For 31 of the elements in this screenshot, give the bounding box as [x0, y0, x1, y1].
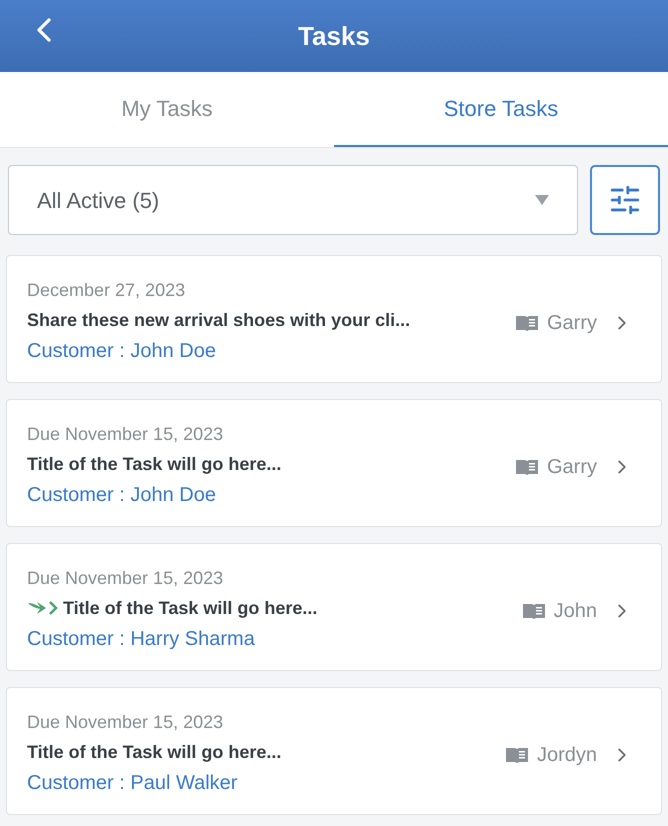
task-date: Due November 15, 2023: [27, 423, 224, 446]
dropdown-caret-icon: [535, 195, 549, 205]
filter-button[interactable]: [590, 165, 660, 235]
task-title: Title of the Task will go here...: [27, 453, 282, 476]
customer-name: Customer : John Doe: [27, 339, 217, 364]
forward-icon: [27, 599, 59, 617]
task-title: Title of the Task will go here...: [63, 597, 318, 620]
tab[interactable]: Store Tasks: [334, 72, 668, 147]
task-date: Due November 15, 2023: [27, 567, 224, 590]
page-title: Tasks: [298, 20, 370, 52]
assignee-name: Garry: [547, 455, 597, 480]
assignee-name: John: [554, 599, 597, 624]
book-icon: [515, 314, 539, 332]
task-title: Title of the Task will go here...: [27, 741, 282, 764]
customer-name: Customer : John Doe: [27, 483, 217, 508]
task-card[interactable]: Due November 15, 2023 Title of the Task will go here... Customer : John Doe Garry: [6, 399, 662, 527]
task-card[interactable]: December 27, 2023 Share these new arrival shoes with your cli... Customer : John Doe Garry: [6, 255, 662, 383]
status-dropdown[interactable]: All Active (5): [8, 165, 578, 235]
task-card[interactable]: Due November 15, 2023 Title of the Task will go here... Customer : Harry Sharma John: [6, 543, 662, 671]
assignee-name: Jordyn: [536, 743, 597, 768]
customer-name: Customer : Paul Walker: [27, 771, 238, 796]
assignee-name: Garry: [547, 311, 597, 336]
task-title: Share these new arrival shoes with your cli...: [27, 309, 410, 332]
book-icon: [504, 746, 529, 764]
filter-icon: [608, 183, 642, 217]
book-icon: [522, 602, 546, 620]
book-icon: [515, 458, 539, 476]
task-card[interactable]: Due November 15, 2023 Title of the Task will go here... Customer : Paul Walker Jordyn: [6, 687, 662, 815]
task-date: Due November 15, 2023: [27, 711, 224, 734]
customer-name: Customer : Harry Sharma: [27, 627, 256, 652]
task-date: December 27, 2023: [27, 279, 186, 302]
